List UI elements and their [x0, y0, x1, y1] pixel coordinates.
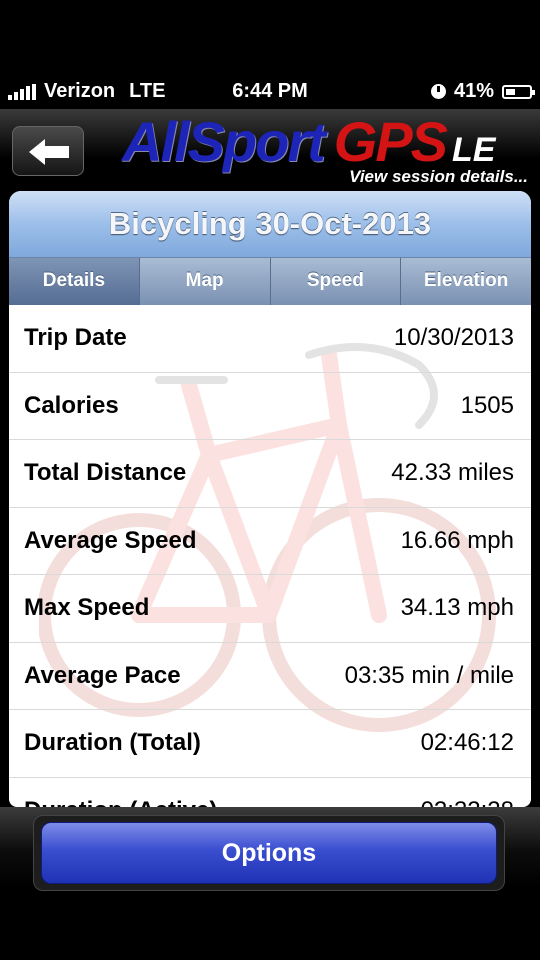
detail-value: 1505 [460, 391, 514, 419]
detail-row: Average Speed 16.66 mph [9, 508, 531, 575]
detail-row: Average Pace 03:35 min / mile [9, 643, 531, 710]
detail-row: Duration (Active) 02:32:28 [9, 778, 531, 807]
app-logo: AllSport GPS LE [122, 109, 495, 174]
app-header: AllSport GPS LE View session details... [0, 109, 540, 191]
logo-gps: GPS [333, 110, 448, 173]
detail-label: Duration (Total) [24, 729, 201, 757]
detail-label: Total Distance [24, 459, 187, 487]
tab-elevation[interactable]: Elevation [401, 258, 531, 305]
detail-label: Max Speed [24, 594, 150, 622]
detail-row: Trip Date 10/30/2013 [9, 305, 531, 373]
battery-icon [502, 84, 535, 99]
session-title: Bicycling 30-Oct-2013 [9, 191, 531, 257]
detail-value: 16.66 mph [400, 526, 514, 554]
detail-label: Average Speed [24, 526, 197, 554]
tab-speed[interactable]: Speed [271, 258, 402, 305]
tab-bar: Details Map Speed Elevation [9, 257, 531, 305]
detail-value: 02:46:12 [420, 729, 514, 757]
header-subtitle: View session details... [349, 167, 528, 186]
session-panel: Bicycling 30-Oct-2013 Details Map Speed … [9, 191, 531, 807]
detail-label: Average Pace [24, 661, 181, 689]
back-button[interactable] [12, 126, 84, 176]
detail-label: Duration (Active) [24, 797, 217, 807]
battery-percent: 41% [453, 80, 494, 102]
detail-value: 03:35 min / mile [344, 661, 514, 689]
detail-value: 42.33 miles [391, 459, 514, 487]
detail-value: 34.13 mph [400, 594, 514, 622]
details-list[interactable]: Trip Date 10/30/2013 Calories 1505 Total… [9, 305, 531, 807]
detail-value: 02:32:28 [421, 797, 514, 807]
status-right: 41% [430, 80, 535, 103]
detail-value: 10/30/2013 [393, 324, 514, 352]
options-button[interactable]: Options [41, 822, 497, 884]
status-bar: Verizon LTE 6:44 PM 41% [0, 75, 540, 109]
detail-row: Max Speed 34.13 mph [9, 575, 531, 643]
back-arrow-icon [29, 139, 69, 165]
options-button-frame: Options [33, 815, 505, 891]
logo-edition: LE [452, 131, 496, 169]
detail-row: Duration (Total) 02:46:12 [9, 710, 531, 778]
detail-row: Total Distance 42.33 miles [9, 440, 531, 508]
bottom-toolbar: Options [0, 807, 540, 891]
logo-allsport: AllSport [122, 110, 326, 173]
detail-label: Trip Date [24, 324, 127, 352]
detail-label: Calories [24, 391, 119, 419]
tab-map[interactable]: Map [140, 258, 271, 305]
detail-row: Calories 1505 [9, 373, 531, 440]
clock-icon [430, 84, 446, 99]
tab-details[interactable]: Details [9, 258, 140, 305]
